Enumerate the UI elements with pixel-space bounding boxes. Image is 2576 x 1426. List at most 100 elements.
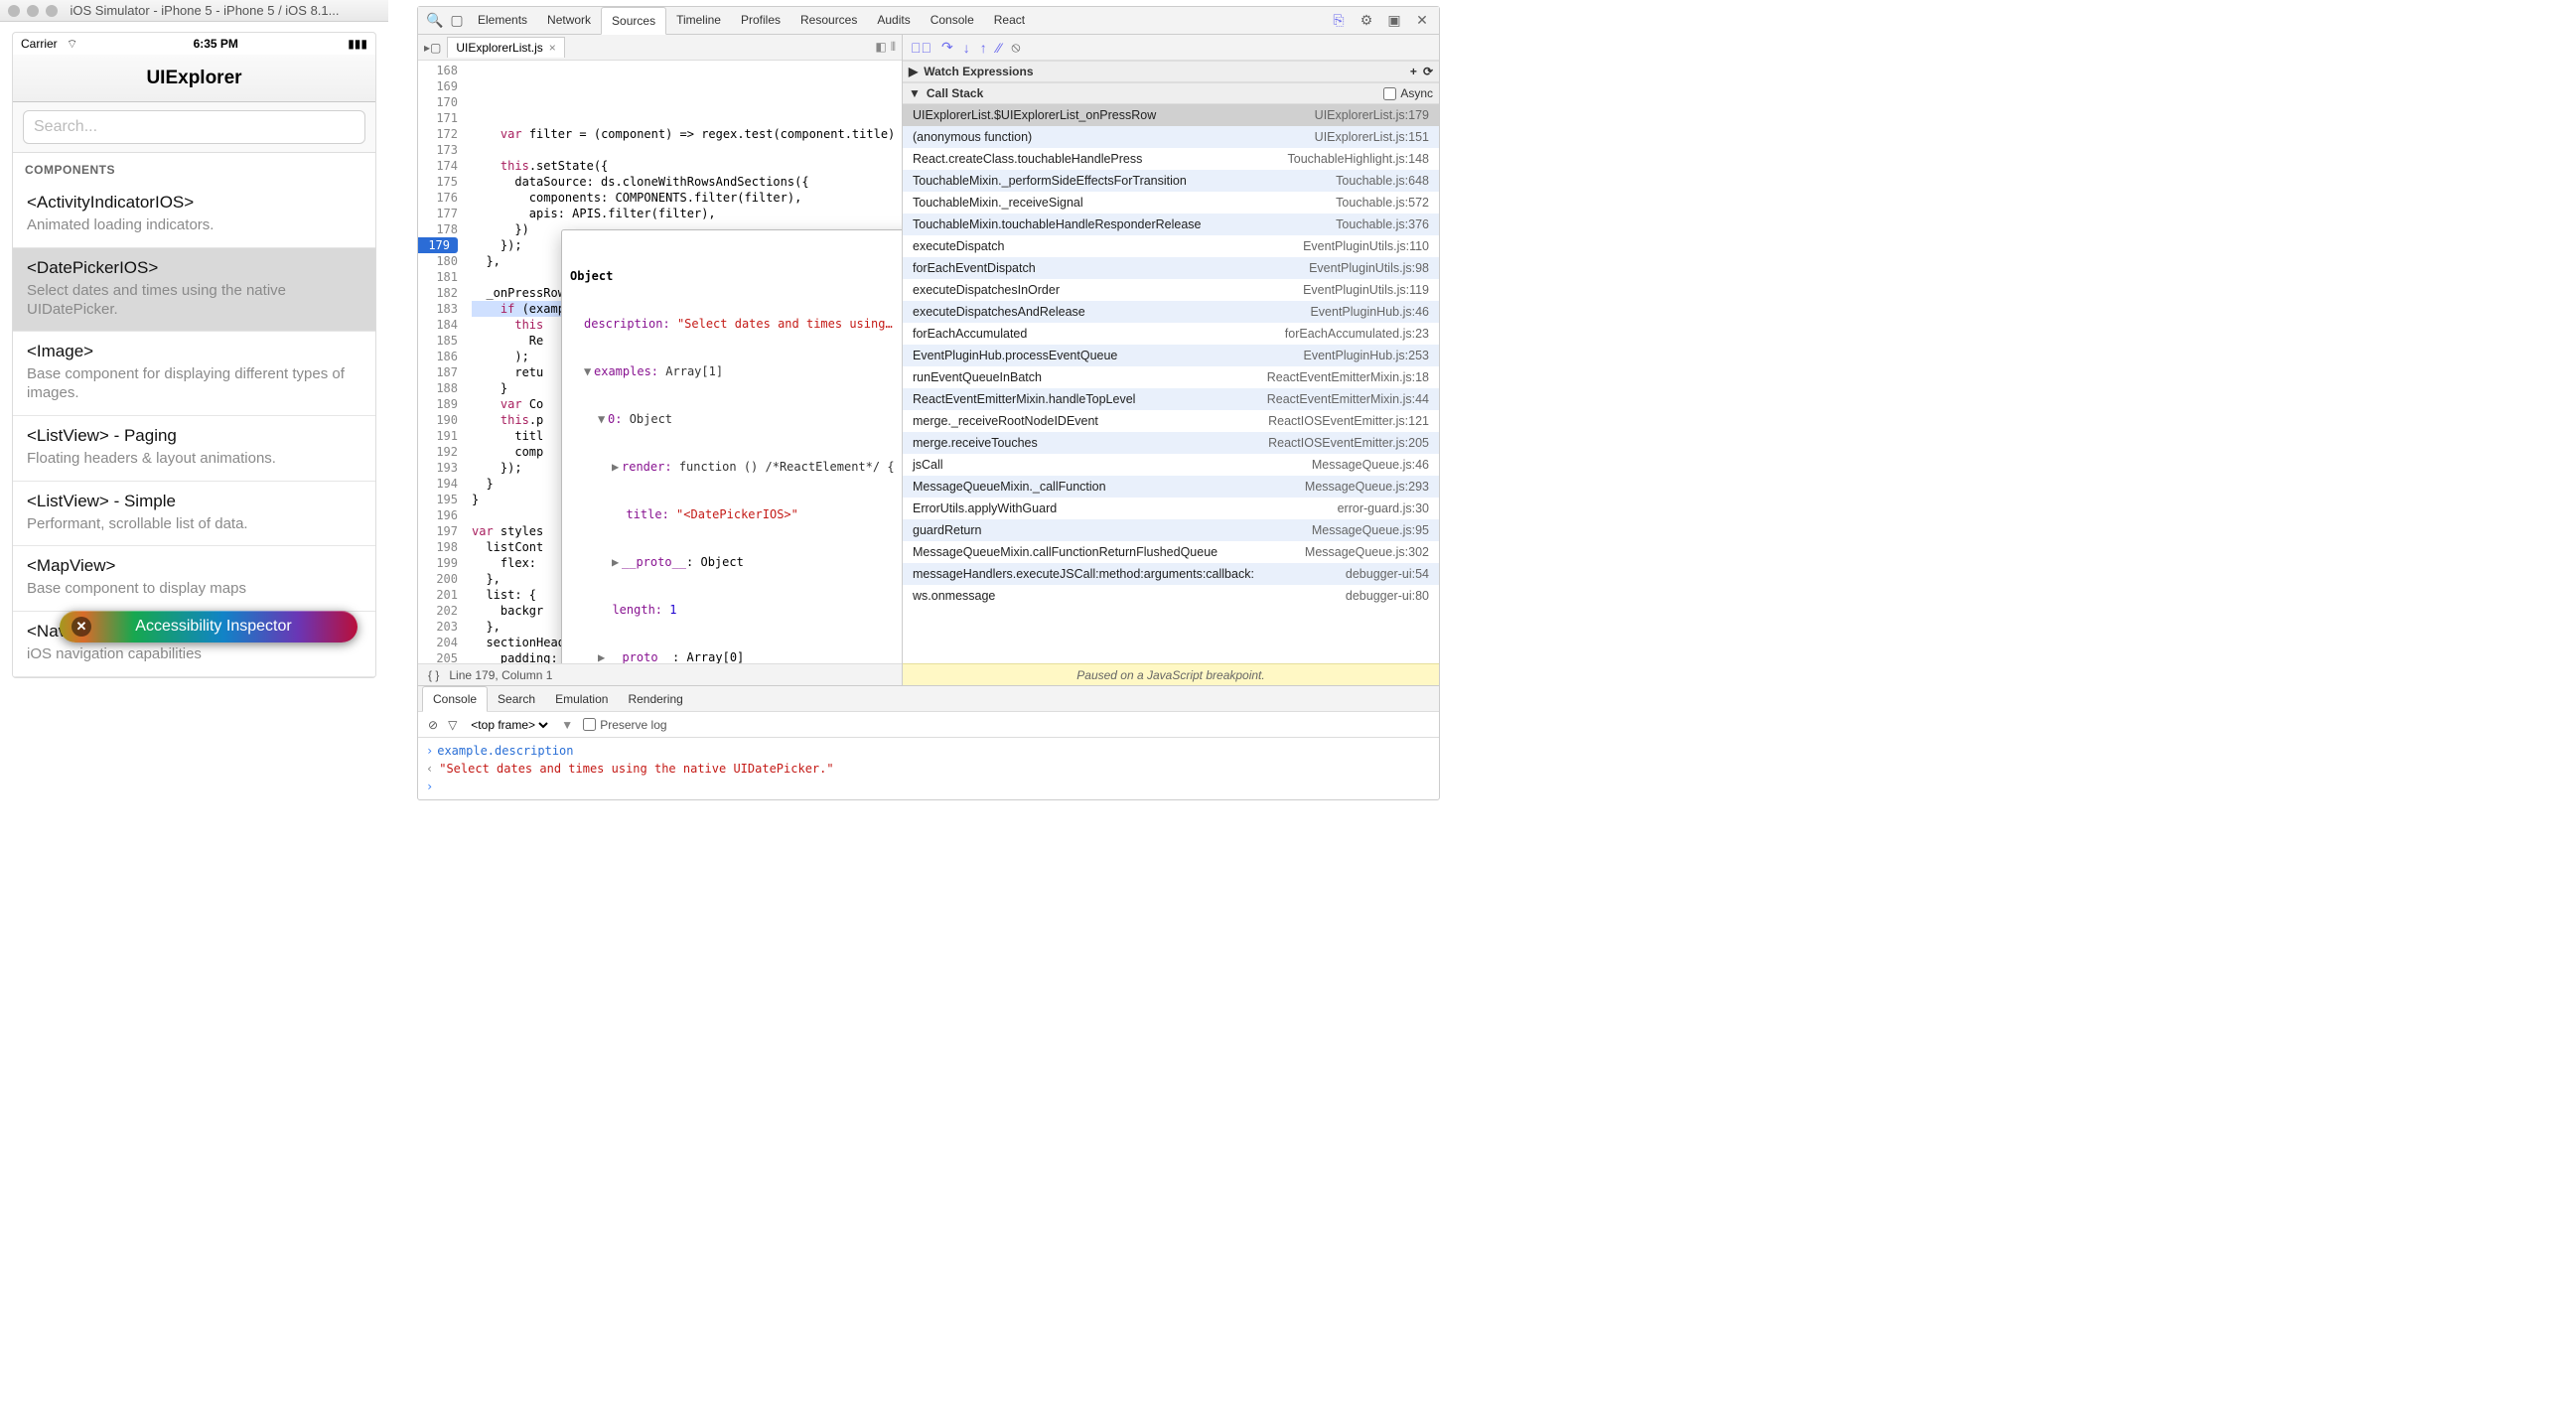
disclosure-icon[interactable]: ▼	[598, 411, 608, 427]
refresh-icon[interactable]: ⟳	[1423, 65, 1433, 78]
callstack-row[interactable]: forEachAccumulatedforEachAccumulated.js:…	[903, 323, 1439, 345]
console-input-line: example.description	[437, 742, 573, 760]
settings-gear-icon[interactable]: ⚙	[1356, 12, 1377, 29]
callstack-row[interactable]: merge.receiveTouchesReactIOSEventEmitter…	[903, 432, 1439, 454]
pause-exceptions-icon[interactable]: ⦸	[1011, 39, 1020, 56]
list-item[interactable]: <MapView> Base component to display maps	[13, 546, 375, 612]
tab-console[interactable]: Console	[921, 7, 984, 34]
call-stack-list[interactable]: UIExplorerList.$UIExplorerList_onPressRo…	[903, 104, 1439, 663]
callstack-row[interactable]: MessageQueueMixin.callFunctionReturnFlus…	[903, 541, 1439, 563]
drawer-tab-rendering[interactable]: Rendering	[618, 687, 692, 711]
pretty-print-icon[interactable]: ◧	[875, 40, 886, 55]
popover-key: __proto__	[622, 555, 686, 569]
preserve-log-checkbox[interactable]: Preserve log	[583, 718, 666, 732]
list-item-sub: Select dates and times using the native …	[27, 282, 361, 320]
drawer-tab-emulation[interactable]: Emulation	[545, 687, 618, 711]
step-over-icon[interactable]: ↷	[941, 39, 953, 56]
callstack-row[interactable]: jsCallMessageQueue.js:46	[903, 454, 1439, 476]
tab-profiles[interactable]: Profiles	[731, 7, 790, 34]
callstack-row[interactable]: React.createClass.touchableHandlePressTo…	[903, 148, 1439, 170]
callstack-row[interactable]: merge._receiveRootNodeIDEventReactIOSEve…	[903, 410, 1439, 432]
braces-icon[interactable]: { }	[428, 668, 439, 682]
code-body[interactable]: Object description: "Select dates and ti…	[466, 61, 902, 663]
drawer-toggle-icon[interactable]: ⎘	[1328, 12, 1350, 29]
search-icon[interactable]: 🔍	[424, 12, 446, 29]
drawer-tab-console[interactable]: Console	[422, 686, 488, 712]
search-input[interactable]	[23, 110, 365, 144]
disclosure-icon[interactable]: ▶	[612, 554, 622, 570]
tab-elements[interactable]: Elements	[468, 7, 537, 34]
drawer-tab-search[interactable]: Search	[488, 687, 545, 711]
filter-icon[interactable]: ▽	[448, 718, 457, 732]
device-icon[interactable]: ▢	[446, 12, 468, 29]
disclosure-icon[interactable]: ▶	[598, 649, 608, 663]
search-container	[13, 102, 375, 153]
disclosure-icon[interactable]: ▶	[612, 459, 622, 475]
mac-titlebar[interactable]: iOS Simulator - iPhone 5 - iPhone 5 / iO…	[0, 0, 388, 22]
tab-react[interactable]: React	[984, 7, 1035, 34]
disclosure-icon[interactable]: ▼	[584, 363, 594, 379]
callstack-row[interactable]: TouchableMixin.touchableHandleResponderR…	[903, 214, 1439, 235]
pause-toggle-icon[interactable]: ⦀	[891, 40, 896, 55]
callstack-row[interactable]: ErrorUtils.applyWithGuarderror-guard.js:…	[903, 498, 1439, 519]
section-title: Call Stack	[927, 86, 983, 100]
async-checkbox[interactable]: Async	[1383, 86, 1433, 100]
callstack-row[interactable]: guardReturnMessageQueue.js:95	[903, 519, 1439, 541]
callstack-row[interactable]: TouchableMixin._receiveSignalTouchable.j…	[903, 192, 1439, 214]
component-list[interactable]: <ActivityIndicatorIOS> Animated loading …	[13, 183, 375, 677]
deactivate-breakpoints-icon[interactable]: ⁄⁄	[997, 40, 1002, 56]
call-stack-header[interactable]: ▼ Call Stack Async	[903, 82, 1439, 104]
value-popover[interactable]: Object description: "Select dates and ti…	[561, 229, 902, 663]
step-out-icon[interactable]: ↑	[980, 40, 987, 56]
close-devtools-icon[interactable]: ✕	[1411, 12, 1433, 29]
tab-timeline[interactable]: Timeline	[666, 7, 731, 34]
popover-val: Object	[630, 412, 672, 426]
traffic-close-icon[interactable]	[8, 5, 20, 17]
tab-sources[interactable]: Sources	[601, 7, 666, 35]
callstack-row[interactable]: executeDispatchesAndReleaseEventPluginHu…	[903, 301, 1439, 323]
list-item[interactable]: <ActivityIndicatorIOS> Animated loading …	[13, 183, 375, 248]
accessibility-inspector-pill[interactable]: ✕ Accessibility Inspector	[60, 611, 358, 642]
code-editor[interactable]: 1681691701711721731741751761771781791801…	[418, 61, 902, 663]
tab-resources[interactable]: Resources	[790, 7, 867, 34]
dock-icon[interactable]: ▣	[1383, 12, 1405, 29]
tab-network[interactable]: Network	[537, 7, 601, 34]
list-item-sub: iOS navigation capabilities	[27, 645, 361, 664]
console-body[interactable]: ›example.description ‹"Select dates and …	[418, 738, 1439, 799]
line-number-gutter[interactable]: 1681691701711721731741751761771781791801…	[418, 61, 466, 663]
list-item-sub: Base component for displaying different …	[27, 365, 361, 403]
close-tab-icon[interactable]: ×	[549, 41, 556, 55]
clear-console-icon[interactable]: ⊘	[428, 718, 438, 732]
callstack-row[interactable]: ReactEventEmitterMixin.handleTopLevelRea…	[903, 388, 1439, 410]
callstack-row[interactable]: MessageQueueMixin._callFunctionMessageQu…	[903, 476, 1439, 498]
popover-val: 1	[669, 603, 676, 617]
watch-expressions-header[interactable]: ▶ Watch Expressions + ⟳	[903, 61, 1439, 82]
nav-toggle-icon[interactable]: ▸▢	[424, 41, 441, 55]
callstack-row[interactable]: executeDispatchesInOrderEventPluginUtils…	[903, 279, 1439, 301]
list-item[interactable]: <ListView> - Simple Performant, scrollab…	[13, 482, 375, 547]
callstack-row[interactable]: executeDispatchEventPluginUtils.js:110	[903, 235, 1439, 257]
tab-audits[interactable]: Audits	[867, 7, 920, 34]
list-item[interactable]: <DatePickerIOS> Select dates and times u…	[13, 248, 375, 333]
list-item[interactable]: <ListView> - Paging Floating headers & l…	[13, 416, 375, 482]
frame-select[interactable]: <top frame>	[467, 717, 551, 733]
add-icon[interactable]: +	[1410, 65, 1417, 78]
callstack-row[interactable]: ws.onmessagedebugger-ui:80	[903, 585, 1439, 607]
disclosure-icon[interactable]: ▶	[909, 65, 918, 78]
callstack-row[interactable]: runEventQueueInBatchReactEventEmitterMix…	[903, 366, 1439, 388]
ios-status-bar: Carrier ⌔ 6:35 PM ▮▮▮	[13, 33, 375, 55]
callstack-row[interactable]: (anonymous function)UIExplorerList.js:15…	[903, 126, 1439, 148]
list-item[interactable]: <Image> Base component for displaying di…	[13, 332, 375, 416]
callstack-row[interactable]: TouchableMixin._performSideEffectsForTra…	[903, 170, 1439, 192]
callstack-row[interactable]: forEachEventDispatchEventPluginUtils.js:…	[903, 257, 1439, 279]
devtools-window: 🔍 ▢ Elements Network Sources Timeline Pr…	[417, 6, 1440, 800]
callstack-row[interactable]: UIExplorerList.$UIExplorerList_onPressRo…	[903, 104, 1439, 126]
result-icon: ‹	[426, 760, 433, 778]
disclosure-icon[interactable]: ▼	[909, 86, 921, 100]
file-tab[interactable]: UIExplorerList.js ×	[447, 37, 564, 58]
step-into-icon[interactable]: ↓	[963, 40, 970, 56]
callstack-row[interactable]: EventPluginHub.processEventQueueEventPlu…	[903, 345, 1439, 366]
resume-icon[interactable]: ▶⃓	[911, 40, 931, 56]
popover-val: Array[1]	[665, 364, 723, 378]
callstack-row[interactable]: messageHandlers.executeJSCall:method:arg…	[903, 563, 1439, 585]
